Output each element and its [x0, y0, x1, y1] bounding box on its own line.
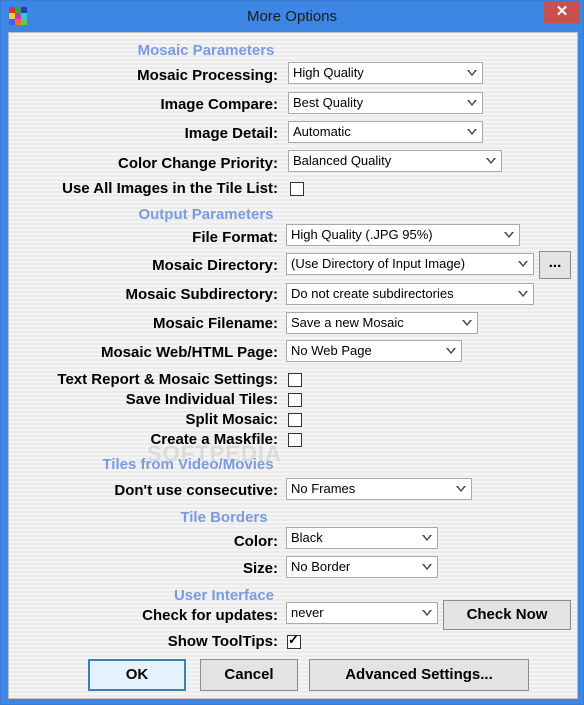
close-button[interactable]: ✕ [544, 1, 580, 23]
image-compare-select[interactable]: Best Quality [288, 92, 483, 114]
image-compare-label: Image Compare: [160, 96, 278, 113]
maskfile-checkbox[interactable] [288, 433, 302, 447]
dialog-body: Mosaic Parameters Mosaic Processing: Hig… [8, 32, 578, 699]
chevron-down-icon [504, 232, 514, 238]
split-mosaic-label: Split Mosaic: [185, 411, 278, 428]
chevron-down-icon [467, 100, 477, 106]
mosaic-processing-value: High Quality [293, 65, 364, 80]
chevron-down-icon [467, 70, 477, 76]
advanced-settings-button[interactable]: Advanced Settings... [309, 659, 529, 691]
section-output-parameters: Output Parameters [138, 206, 274, 223]
chevron-down-icon [518, 291, 528, 297]
show-tooltips-checkbox[interactable] [287, 632, 301, 649]
image-detail-label: Image Detail: [184, 125, 278, 142]
text-report-label: Text Report & Mosaic Settings: [57, 371, 278, 388]
color-change-priority-select[interactable]: Balanced Quality [288, 150, 502, 172]
image-detail-value: Automatic [293, 124, 351, 139]
window-title: More Options [246, 8, 338, 25]
web-page-value: No Web Page [291, 343, 372, 358]
mosaic-directory-select[interactable]: (Use Directory of Input Image) [286, 253, 534, 275]
cancel-button[interactable]: Cancel [200, 659, 298, 691]
mosaic-filename-value: Save a new Mosaic [291, 315, 404, 330]
mosaic-processing-label: Mosaic Processing: [137, 67, 278, 84]
section-user-interface: User Interface [173, 587, 275, 604]
chevron-down-icon [467, 129, 477, 135]
consecutive-label: Don't use consecutive: [114, 482, 278, 499]
save-tiles-label: Save Individual Tiles: [125, 391, 278, 408]
file-format-label: File Format: [192, 229, 278, 246]
mosaic-directory-label: Mosaic Directory: [152, 257, 278, 274]
mosaic-filename-label: Mosaic Filename: [152, 315, 278, 332]
save-tiles-checkbox[interactable] [288, 393, 302, 407]
chevron-down-icon [462, 320, 472, 326]
chevron-down-icon [486, 158, 496, 164]
image-compare-value: Best Quality [293, 95, 364, 110]
section-tiles-from-video: Tiles from Video/Movies [102, 456, 274, 473]
chevron-down-icon [422, 535, 432, 541]
chevron-down-icon [456, 486, 466, 492]
chevron-down-icon [422, 564, 432, 570]
image-detail-select[interactable]: Automatic [288, 121, 483, 143]
mosaic-subdirectory-label: Mosaic Subdirectory: [125, 286, 278, 303]
mosaic-processing-select[interactable]: High Quality [288, 62, 483, 84]
mosaic-subdirectory-value: Do not create subdirectories [291, 286, 454, 301]
border-color-value: Black [291, 530, 323, 545]
title-bar: More Options ✕ [1, 1, 583, 31]
chevron-down-icon [518, 261, 528, 267]
section-mosaic-parameters: Mosaic Parameters [137, 42, 275, 59]
border-color-select[interactable]: Black [286, 527, 438, 549]
border-color-label: Color: [233, 533, 278, 550]
use-all-images-label: Use All Images in the Tile List: [62, 180, 278, 197]
section-tile-borders: Tile Borders [180, 509, 268, 526]
text-report-checkbox[interactable] [288, 373, 302, 387]
mosaic-directory-value: (Use Directory of Input Image) [291, 256, 466, 271]
browse-directory-button[interactable]: ... [539, 251, 571, 279]
chevron-down-icon [446, 348, 456, 354]
use-all-images-checkbox[interactable] [290, 182, 304, 196]
color-change-priority-label: Color Change Priority: [117, 155, 278, 172]
border-size-label: Size: [242, 560, 278, 577]
web-page-label: Mosaic Web/HTML Page: [101, 344, 278, 361]
more-options-window: More Options ✕ Mosaic Parameters Mosaic … [0, 0, 584, 705]
web-page-select[interactable]: No Web Page [286, 340, 462, 362]
border-size-value: No Border [291, 559, 351, 574]
consecutive-value: No Frames [291, 481, 356, 496]
chevron-down-icon [422, 610, 432, 616]
show-tooltips-label: Show ToolTips: [167, 633, 278, 650]
check-updates-select[interactable]: never [286, 602, 438, 624]
color-change-priority-value: Balanced Quality [293, 153, 392, 168]
ok-button[interactable]: OK [88, 659, 186, 691]
check-updates-label: Check for updates: [142, 607, 278, 624]
border-size-select[interactable]: No Border [286, 556, 438, 578]
file-format-value: High Quality (.JPG 95%) [291, 227, 433, 242]
split-mosaic-checkbox[interactable] [288, 413, 302, 427]
check-updates-value: never [291, 605, 324, 620]
mosaic-subdirectory-select[interactable]: Do not create subdirectories [286, 283, 534, 305]
consecutive-select[interactable]: No Frames [286, 478, 472, 500]
check-now-button[interactable]: Check Now [443, 600, 571, 630]
file-format-select[interactable]: High Quality (.JPG 95%) [286, 224, 520, 246]
mosaic-filename-select[interactable]: Save a new Mosaic [286, 312, 478, 334]
